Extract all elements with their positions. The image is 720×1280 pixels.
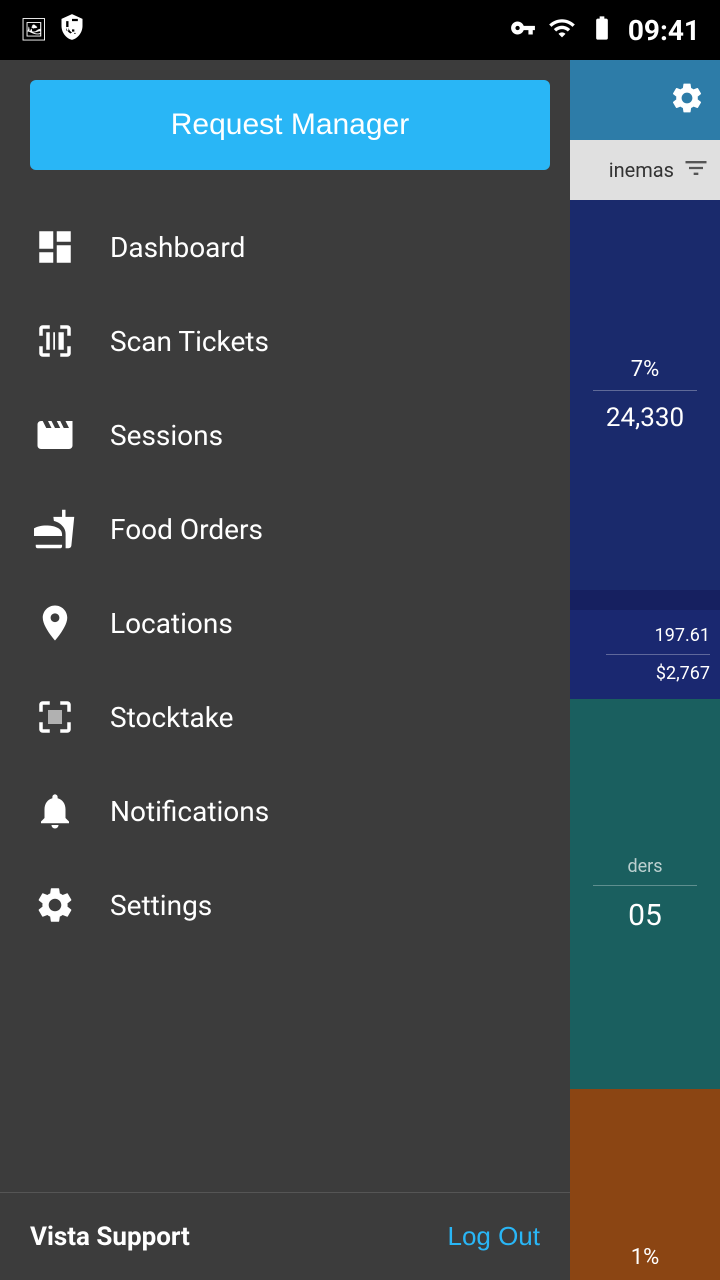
sidebar-item-sessions[interactable]: Sessions: [0, 388, 570, 482]
drawer-footer: Vista Support Log Out: [0, 1192, 570, 1280]
request-manager-button[interactable]: Request Manager: [30, 80, 550, 170]
sidebar-item-notifications[interactable]: Notifications: [0, 764, 570, 858]
scan-tickets-icon: [30, 316, 80, 366]
settings-icon: [30, 880, 80, 930]
drawer-header: Request Manager: [0, 60, 570, 190]
filter-icon[interactable]: [682, 154, 710, 186]
sidebar-item-settings[interactable]: Settings: [0, 858, 570, 952]
bell-icon: [30, 786, 80, 836]
card-percent-value: 1%: [631, 1245, 659, 1270]
sidebar-item-food-orders[interactable]: Food Orders: [0, 482, 570, 576]
card-revenue[interactable]: 197.61 $2,767: [570, 610, 720, 699]
card-revenue-value2: $2,767: [656, 663, 710, 684]
right-panel-header: [570, 60, 720, 140]
card-percent[interactable]: 1%: [570, 1089, 720, 1280]
card-orders-label: ders: [627, 856, 662, 877]
card-sessions[interactable]: 7% 24,330: [570, 200, 720, 590]
card-sessions-value: 24,330: [606, 403, 684, 433]
right-panel: inemas 7% 24,330 197.61 $2,767 ders 05: [570, 60, 720, 1280]
battery-icon: [588, 14, 616, 46]
stocktake-label: Stocktake: [110, 701, 233, 734]
nav-items: Dashboard Scan Tickets: [0, 190, 570, 1192]
sidebar-item-locations[interactable]: Locations: [0, 576, 570, 670]
stocktake-icon: [30, 692, 80, 742]
sessions-icon: [30, 410, 80, 460]
sidebar-item-stocktake[interactable]: Stocktake: [0, 670, 570, 764]
settings-label: Settings: [110, 889, 212, 922]
drawer: Request Manager Dashboard: [0, 60, 570, 1280]
food-orders-label: Food Orders: [110, 513, 263, 546]
main-container: Request Manager Dashboard: [0, 60, 720, 1280]
card-orders[interactable]: ders 05: [570, 699, 720, 1089]
vista-support-label: Vista Support: [30, 1222, 190, 1252]
status-bar: 🖼 09:41: [0, 0, 720, 60]
locations-label: Locations: [110, 607, 233, 640]
card-divider1: [570, 590, 720, 610]
card-orders-value: 05: [628, 898, 662, 933]
gear-icon[interactable]: [669, 80, 705, 120]
photo-icon: 🖼: [20, 18, 48, 43]
wifi-icon: [548, 14, 576, 46]
filter-bar: inemas: [570, 140, 720, 200]
dashboard-icon: [30, 222, 80, 272]
shield-icon: [58, 13, 86, 47]
card-revenue-value1: 197.61: [655, 625, 710, 646]
card-sessions-percent: 7%: [631, 357, 659, 382]
key-icon: [510, 15, 536, 45]
location-icon: [30, 598, 80, 648]
status-right-icons: 09:41: [510, 14, 700, 47]
dashboard-label: Dashboard: [110, 231, 245, 264]
sidebar-item-scan-tickets[interactable]: Scan Tickets: [0, 294, 570, 388]
scan-tickets-label: Scan Tickets: [110, 325, 269, 358]
status-left-icons: 🖼: [20, 13, 86, 47]
sessions-label: Sessions: [110, 419, 223, 452]
sidebar-item-dashboard[interactable]: Dashboard: [0, 200, 570, 294]
log-out-button[interactable]: Log Out: [447, 1221, 540, 1252]
cinemas-label: inemas: [609, 158, 674, 182]
notifications-label: Notifications: [110, 795, 269, 828]
status-time: 09:41: [628, 14, 700, 47]
food-orders-icon: [30, 504, 80, 554]
